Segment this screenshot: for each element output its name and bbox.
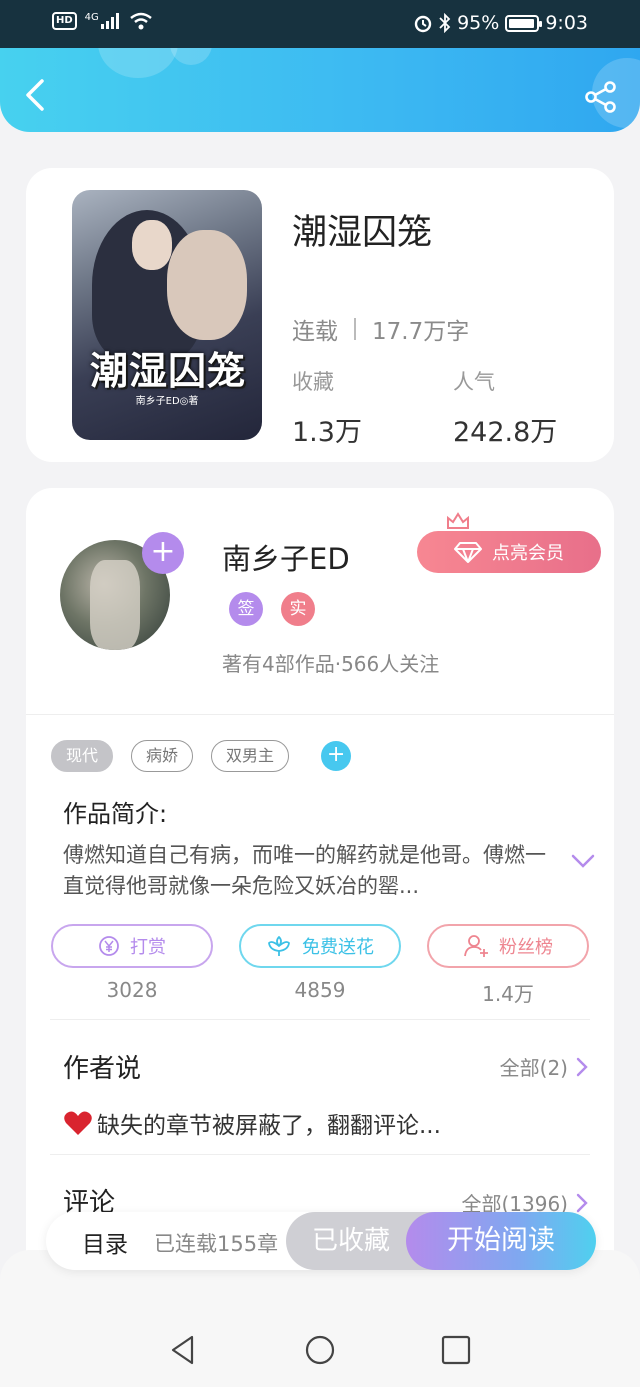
chevron-right-icon [576, 1193, 588, 1212]
nav-back-icon[interactable] [168, 1334, 200, 1366]
book-info-card: 潮湿囚笼 南乡子ED◎著 潮湿囚笼 连载 17.7万字 收藏 1.3万 人气 2… [26, 168, 614, 462]
verified-badge: 实 [281, 592, 315, 626]
popularity-value: 242.8万 [453, 417, 558, 448]
author-says-text: 缺失的章节被屏蔽了，翻翻评论... [97, 1113, 441, 1139]
system-nav-bar [0, 1320, 640, 1387]
top-app-bar [0, 48, 640, 132]
send-flower-button[interactable]: 免费送花 [239, 924, 401, 968]
nav-home-icon[interactable] [304, 1334, 336, 1366]
nav-recents-icon[interactable] [440, 1334, 472, 1366]
fans-ranking-label: 粉丝榜 [499, 937, 553, 958]
toc-button[interactable]: 目录 [82, 1225, 128, 1259]
divider [354, 318, 356, 340]
book-meta: 连载 17.7万字 [292, 312, 469, 346]
author-says-title: 作者说 [63, 1054, 142, 1084]
cover-title: 潮湿囚笼 [89, 348, 246, 393]
share-icon[interactable] [584, 80, 618, 114]
author-name[interactable]: 南乡子ED [222, 536, 350, 578]
cover-author: 南乡子ED◎著 [135, 396, 199, 407]
fans-count: 1.4万 [482, 982, 534, 1006]
back-button[interactable] [20, 78, 50, 112]
send-flower-label: 免费送花 [302, 937, 374, 958]
diamond-icon [454, 542, 482, 563]
cover-figure [167, 230, 247, 340]
cover-figure [132, 220, 172, 270]
clock: 9:03 [545, 12, 588, 34]
author-says-more[interactable]: 全部(2) [500, 1052, 588, 1081]
word-count: 17.7万字 [372, 319, 470, 345]
tag-chip[interactable]: 双男主 [211, 740, 290, 772]
signal-icon [100, 13, 119, 29]
status-bar: HD 4G 95% 9:03 [0, 0, 640, 48]
divider [26, 714, 614, 715]
flower-icon [268, 936, 290, 956]
tag-chip[interactable]: 现代 [51, 740, 114, 772]
intro-text[interactable]: 傅燃知道自己有病，而唯一的解药就是他哥。傅燃一直觉得他哥就像一朵危险又妖冶的罂.… [63, 840, 553, 902]
tag-list: 现代 病娇 双男主 + [51, 740, 352, 772]
wifi-icon [130, 12, 152, 30]
start-reading-button[interactable]: 开始阅读 [406, 1212, 596, 1270]
battery-percent: 95% [457, 12, 500, 34]
heart-icon [64, 1111, 92, 1135]
battery-icon [505, 14, 543, 32]
favorites-value: 1.3万 [292, 417, 362, 448]
author-says-content[interactable]: 缺失的章节被屏蔽了，翻翻评论... [63, 1106, 441, 1140]
popularity-stat: 人气 242.8万 [453, 366, 557, 449]
vip-button-label: 点亮会员 [492, 543, 564, 564]
yen-icon [99, 936, 119, 956]
decor-bubble [170, 48, 212, 65]
signal-label: 4G [84, 11, 99, 23]
book-status: 连载 [292, 319, 338, 345]
popularity-label: 人气 [453, 370, 495, 394]
tag-chip[interactable]: 病娇 [131, 740, 194, 772]
crown-icon [447, 512, 469, 529]
reward-button[interactable]: 打赏 [51, 924, 213, 968]
decor-bubble [98, 48, 178, 78]
bluetooth-icon [439, 13, 451, 33]
reward-count: 3028 [106, 978, 158, 1002]
flower-count: 4859 [294, 978, 346, 1002]
hd-indicator: HD [52, 12, 77, 30]
divider [50, 1019, 590, 1020]
reward-label: 打赏 [130, 937, 166, 958]
favorites-stat: 收藏 1.3万 [292, 366, 362, 449]
book-cover[interactable]: 潮湿囚笼 南乡子ED◎著 [72, 190, 262, 440]
vip-button[interactable]: 点亮会员 [417, 531, 601, 573]
follow-button[interactable]: + [142, 532, 184, 574]
divider [50, 1154, 590, 1155]
alarm-icon [414, 15, 432, 33]
fans-ranking-button[interactable]: 粉丝榜 [427, 924, 589, 968]
avatar-figure [90, 560, 140, 650]
add-tag-button[interactable]: + [321, 741, 352, 771]
chevron-down-icon[interactable] [570, 852, 596, 870]
intro-title: 作品简介: [63, 800, 168, 828]
author-says-more-label: 全部(2) [499, 1056, 568, 1080]
chevron-right-icon [576, 1057, 588, 1076]
serial-count: 已连载155章 [154, 1232, 279, 1256]
user-icon [464, 935, 488, 957]
author-info: 著有4部作品·566人关注 [222, 652, 440, 676]
book-title: 潮湿囚笼 [292, 213, 433, 253]
signed-badge: 签 [229, 592, 263, 626]
favorites-label: 收藏 [292, 370, 334, 394]
action-bar: 目录 已连载155章 已收藏 开始阅读 [46, 1212, 596, 1270]
